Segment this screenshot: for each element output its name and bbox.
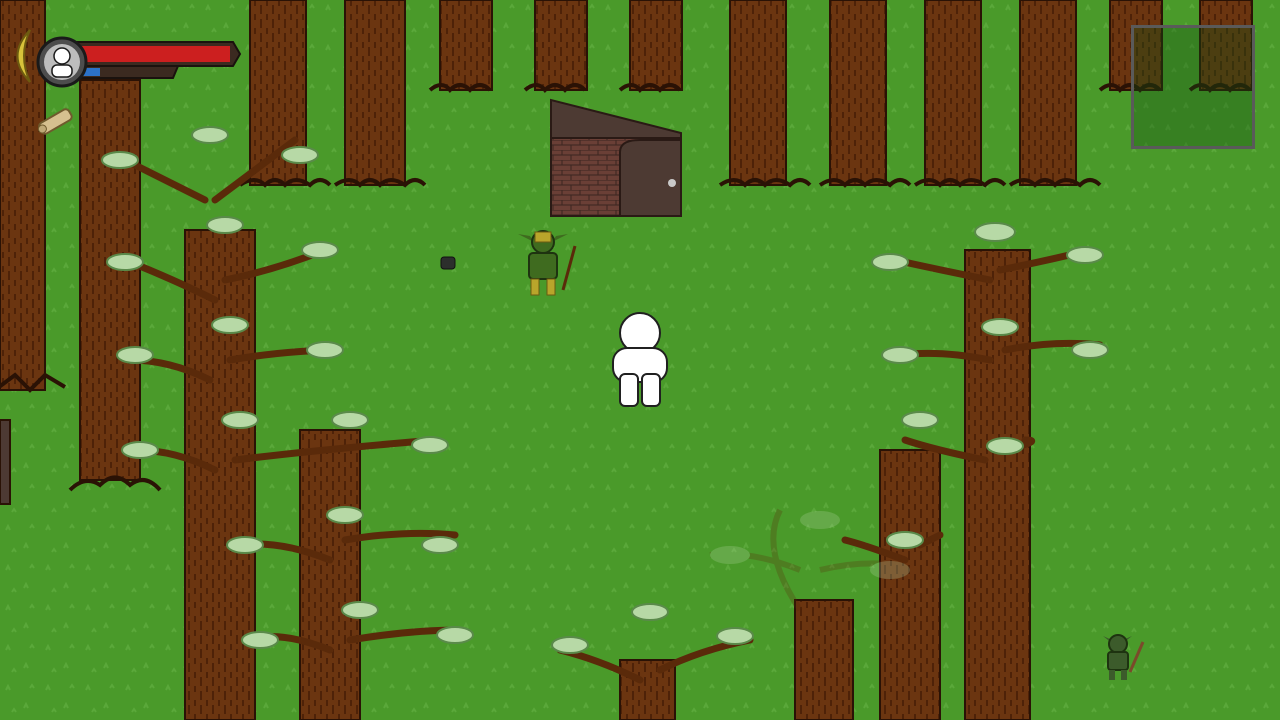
player-hud	[8, 20, 248, 140]
player-portrait-icon[interactable]	[36, 36, 88, 88]
scroll-item-icon[interactable]	[36, 108, 73, 136]
minimap-icon[interactable]	[1131, 25, 1255, 149]
health-bar	[67, 41, 242, 67]
mana-bar	[77, 65, 180, 79]
bag-item-icon[interactable]	[440, 256, 456, 270]
crescent-emblem	[16, 29, 31, 83]
game-viewport[interactable]	[0, 0, 1280, 720]
